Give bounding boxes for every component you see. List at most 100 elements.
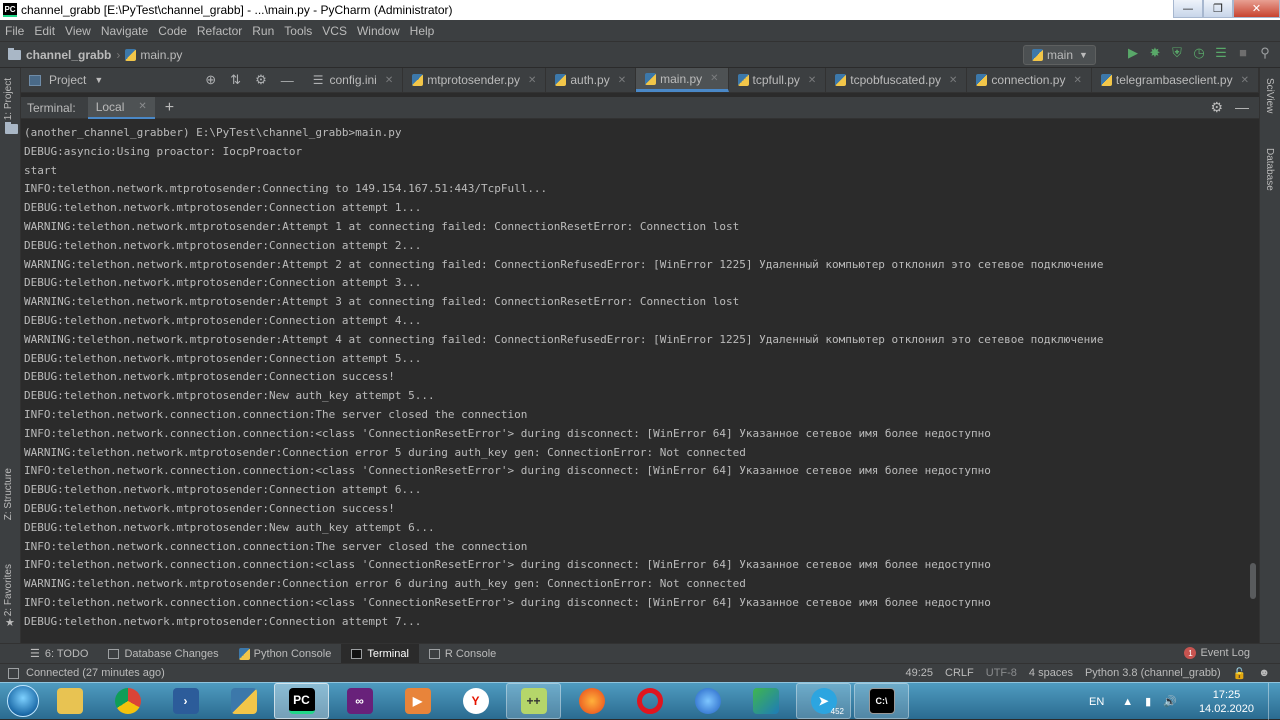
terminal-header: Terminal: Local ✕ + ⚙ — <box>21 96 1259 119</box>
taskbar-firefox[interactable] <box>564 683 619 719</box>
menu-help[interactable]: Help <box>405 24 440 38</box>
line-separator[interactable]: CRLF <box>945 667 974 679</box>
window-titlebar[interactable]: PC channel_grabb [E:\PyTest\channel_grab… <box>0 0 1280 20</box>
menu-navigate[interactable]: Navigate <box>96 24 153 38</box>
terminal-tab-local[interactable]: Local ✕ <box>87 96 155 119</box>
close-icon[interactable]: ✕ <box>808 75 816 86</box>
run-icon[interactable]: ▶ <box>1126 46 1140 60</box>
taskbar-telegram[interactable]: ➤ 452 <box>796 683 851 719</box>
indent-setting[interactable]: 4 spaces <box>1029 667 1073 679</box>
tool-windows-icon[interactable] <box>8 667 19 679</box>
terminal-line: WARNING:telethon.network.mtprotosender:C… <box>24 577 746 591</box>
menu-run[interactable]: Run <box>247 24 279 38</box>
tab-mtprotosender[interactable]: mtprotosender.py ✕ <box>403 68 547 92</box>
close-icon[interactable]: ✕ <box>710 73 718 84</box>
tool-tab-sciview[interactable]: SciView <box>1264 78 1275 113</box>
menu-view[interactable]: View <box>60 24 96 38</box>
windows-taskbar: › PC ∞ ▶ Y ++ ➤ 452 C:\ EN ▲ ▮ 🔊 17:25 1… <box>0 682 1280 720</box>
tool-tab-database[interactable]: Database <box>1264 148 1275 191</box>
new-terminal-icon[interactable]: + <box>165 99 174 117</box>
breadcrumb-project[interactable]: channel_grabb <box>8 47 111 62</box>
taskbar-pycharm[interactable]: PC <box>274 683 329 719</box>
project-view-toggle[interactable]: Project ▼ <box>21 68 195 92</box>
minimize-button[interactable]: — <box>1173 0 1203 18</box>
taskbar-chrome[interactable] <box>100 683 155 719</box>
caret-position[interactable]: 49:25 <box>905 667 933 679</box>
menu-vcs[interactable]: VCS <box>317 24 352 38</box>
taskbar-cmd[interactable]: C:\ <box>854 683 909 719</box>
close-icon[interactable]: ✕ <box>1073 75 1081 86</box>
python-icon <box>230 688 257 714</box>
tab-connection[interactable]: connection.py ✕ <box>967 68 1092 92</box>
close-icon[interactable]: ✕ <box>1241 75 1249 86</box>
menu-file[interactable]: File <box>0 24 29 38</box>
tool-tab-terminal[interactable]: Terminal <box>341 643 419 664</box>
taskbar-notepad[interactable]: ++ <box>506 683 561 719</box>
taskbar-powershell[interactable]: › <box>158 683 213 719</box>
taskbar-explorer[interactable] <box>42 683 97 719</box>
taskbar-app[interactable] <box>738 683 793 719</box>
gear-icon[interactable]: ⚙ <box>1210 99 1223 116</box>
tab-auth[interactable]: auth.py ✕ <box>546 68 637 92</box>
show-desktop-button[interactable] <box>1268 683 1280 720</box>
tool-tab-favorites[interactable]: 2: Favorites <box>3 564 14 616</box>
locate-icon[interactable]: ⊕ <box>205 72 216 88</box>
taskbar-visual-studio[interactable]: ∞ <box>332 683 387 719</box>
clock[interactable]: 17:25 14.02.2020 <box>1199 688 1254 716</box>
lock-icon[interactable]: 🔓 <box>1233 667 1247 680</box>
coverage-icon[interactable]: ⛨ <box>1170 46 1184 60</box>
python-interpreter[interactable]: Python 3.8 (channel_grabb) <box>1085 667 1221 679</box>
network-icon[interactable]: ▮ <box>1145 695 1151 708</box>
menu-code[interactable]: Code <box>153 24 192 38</box>
tab-tcpfull[interactable]: tcpfull.py ✕ <box>729 68 827 92</box>
tool-tab-structure[interactable]: Z: Structure <box>3 468 14 520</box>
taskbar-yandex[interactable]: Y <box>448 683 503 719</box>
close-button[interactable]: ✕ <box>1233 0 1280 18</box>
close-icon[interactable]: ✕ <box>385 75 393 86</box>
gear-icon[interactable]: ⚙ <box>255 72 267 88</box>
restore-button[interactable]: ❐ <box>1203 0 1233 18</box>
menu-edit[interactable]: Edit <box>29 24 60 38</box>
tab-telegrambaseclient[interactable]: telegrambaseclient.py ✕ <box>1092 68 1259 92</box>
debug-icon[interactable]: ✸ <box>1148 46 1162 60</box>
menu-refactor[interactable]: Refactor <box>192 24 247 38</box>
tool-tab-python-console[interactable]: Python Console <box>229 644 342 664</box>
inspector-icon[interactable]: ☻ <box>1258 667 1270 679</box>
terminal-line: DEBUG:asyncio:Using proactor: IocpProact… <box>24 144 303 158</box>
file-encoding[interactable]: UTF-8 <box>986 667 1017 679</box>
run-configuration-select[interactable]: main ▼ <box>1023 45 1096 65</box>
taskbar-media-player[interactable]: ▶ <box>390 683 445 719</box>
close-icon[interactable]: ✕ <box>138 101 146 112</box>
start-button[interactable] <box>4 683 42 719</box>
terminal-output[interactable]: (another_channel_grabber) E:\PyTest\chan… <box>21 121 1246 638</box>
taskbar-opera[interactable] <box>622 683 677 719</box>
tab-tcpobfuscated[interactable]: tcpobfuscated.py ✕ <box>826 68 968 92</box>
menu-window[interactable]: Window <box>352 24 405 38</box>
tab-config-ini[interactable]: ☰ config.ini ✕ <box>304 68 404 92</box>
hide-icon[interactable]: — <box>281 73 294 88</box>
breadcrumb-file[interactable]: main.py <box>125 48 182 62</box>
language-indicator[interactable]: EN <box>1089 696 1104 708</box>
event-log[interactable]: 1 Event Log <box>1184 647 1250 659</box>
taskbar-firefox-dev[interactable] <box>680 683 735 719</box>
menu-tools[interactable]: Tools <box>279 24 317 38</box>
concurrency-icon[interactable]: ☰ <box>1214 46 1228 60</box>
hide-icon[interactable]: — <box>1235 99 1249 116</box>
close-icon[interactable]: ✕ <box>528 75 536 86</box>
tool-tab-todo[interactable]: ☰ 6: TODO <box>20 644 98 664</box>
tool-tab-r-console[interactable]: R Console <box>419 644 506 664</box>
tool-tab-database-changes[interactable]: Database Changes <box>98 644 228 664</box>
tab-main[interactable]: main.py ✕ <box>636 68 729 92</box>
stop-icon[interactable]: ■ <box>1236 46 1250 60</box>
show-hidden-icons-icon[interactable]: ▲ <box>1122 696 1133 708</box>
volume-icon[interactable]: 🔊 <box>1163 695 1177 708</box>
terminal-scrollbar[interactable] <box>1250 563 1256 599</box>
collapse-icon[interactable]: ⇅ <box>230 72 241 88</box>
profile-icon[interactable]: ◷ <box>1192 46 1206 60</box>
taskbar-python[interactable] <box>216 683 271 719</box>
search-icon[interactable]: ⚲ <box>1258 46 1272 60</box>
tool-tab-project[interactable]: 1: Project <box>3 78 14 120</box>
close-icon[interactable]: ✕ <box>949 75 957 86</box>
close-icon[interactable]: ✕ <box>618 75 626 86</box>
python-file-icon <box>645 72 657 85</box>
